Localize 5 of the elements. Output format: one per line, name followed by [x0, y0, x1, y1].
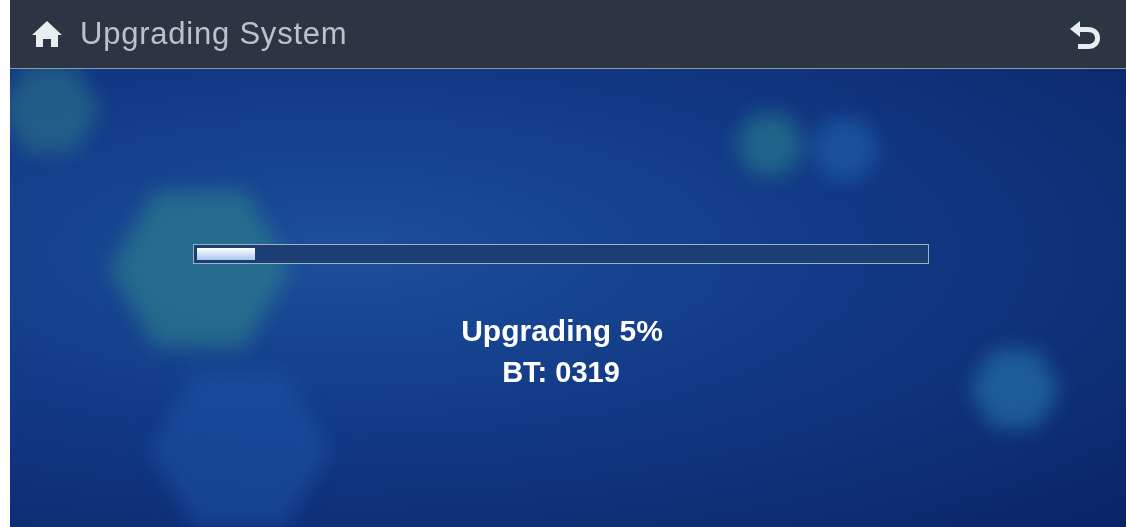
status-message: Upgrading 5%: [461, 313, 663, 349]
back-icon[interactable]: [1068, 18, 1102, 50]
status-code: BT: 0319: [502, 355, 620, 390]
window-title: Upgrading System: [80, 14, 348, 53]
home-icon[interactable]: [30, 19, 64, 49]
